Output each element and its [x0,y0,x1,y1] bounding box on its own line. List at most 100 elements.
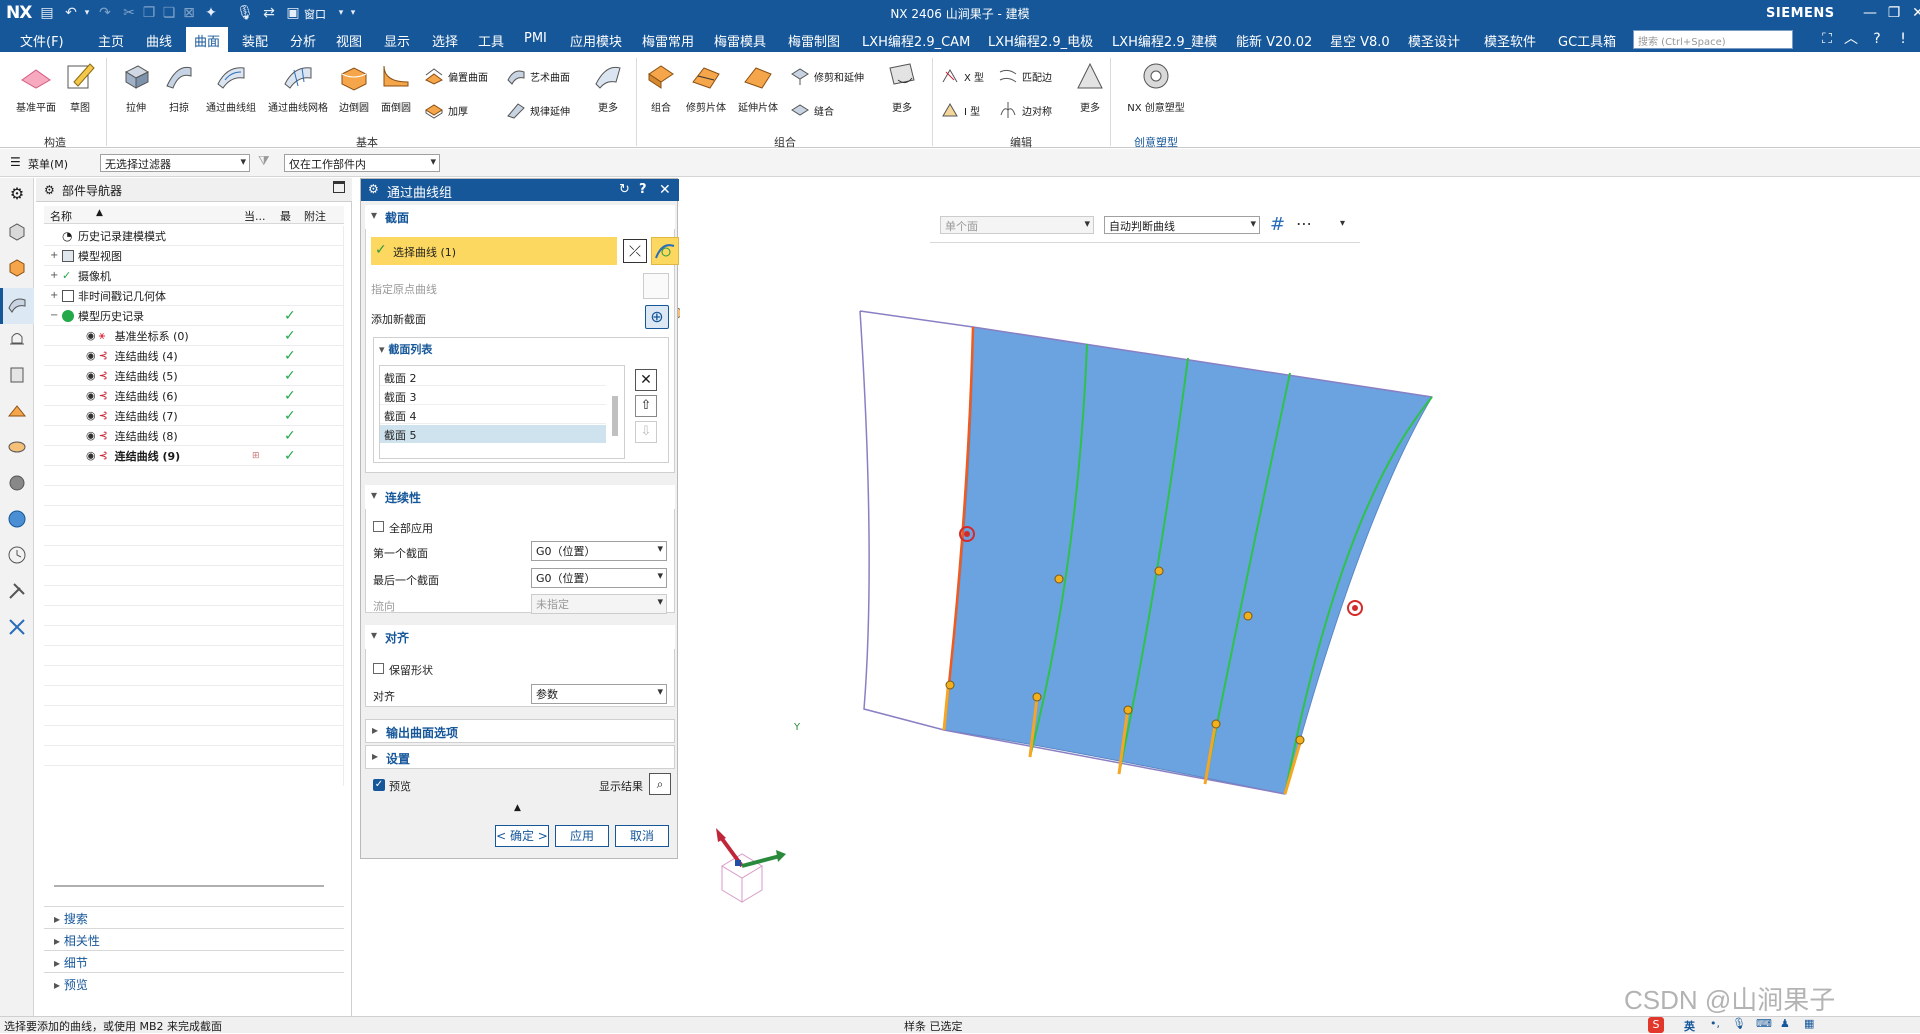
sketch-button[interactable]: 草图 [62,60,98,114]
touch-mode-icon[interactable]: ⇄ [260,4,278,22]
collapse-arrow-icon[interactable]: ▲ [514,803,521,813]
selection-scope-select[interactable]: 仅在工作部件内 [284,154,440,172]
menu-view[interactable]: 视图 [336,31,362,50]
web-browser-icon[interactable] [6,436,28,458]
x-form-button[interactable]: X 型 [940,66,984,86]
menu-meilei-drawing[interactable]: 梅雷制图 [788,31,840,50]
offset-surface-button[interactable]: 偏置曲面 [424,66,488,86]
process-studio-icon[interactable] [6,508,28,530]
menu-meilei-mold[interactable]: 梅雷模具 [714,31,766,50]
reset-icon[interactable]: ↻ [619,182,630,197]
ime-skin-icon[interactable]: ♟ [1780,1017,1790,1030]
keep-shape-checkbox[interactable] [373,663,384,674]
nx-realize-shape-button[interactable]: NX 创意塑型 [1118,60,1194,114]
help-icon[interactable]: ? [1868,30,1886,48]
window-menu-dropdown-icon[interactable]: ▾ [336,4,346,22]
combine-button[interactable]: 组合 [642,60,680,114]
flow-direction-select[interactable]: 未指定 [531,594,667,614]
ime-voice-icon[interactable]: 🎙 [1732,1017,1746,1030]
graphics-window[interactable]: 单个面 自动判断曲线 # ⋯ ▾ [680,178,1920,1016]
quick-access-customize-icon[interactable]: ▾ [348,4,358,22]
column-current[interactable]: 当... [244,208,266,224]
ime-punct-icon[interactable]: •, [1710,1017,1720,1030]
last-section-select[interactable]: G0（位置） [531,568,667,588]
selection-filter-select[interactable]: 无选择过滤器 [100,154,250,172]
reverse-direction-icon[interactable]: ⤫ [623,239,647,263]
command-search-input[interactable]: 搜索 (Ctrl+Space) [1633,30,1793,49]
section-header[interactable]: 截面 [365,205,675,229]
sweep-button[interactable]: 扫掠 [160,60,198,114]
list-item[interactable]: 截面 3 [380,387,606,405]
nav-section-search[interactable]: ▸ 搜索 [44,906,344,928]
edge-symmetry-button[interactable]: 边对称 [998,100,1052,120]
nav-section-dependencies[interactable]: ▸ 相关性 [44,928,344,950]
settings-header[interactable]: 设置 [365,745,675,769]
close-button[interactable]: ✕ [1905,2,1920,24]
list-item[interactable]: 截面 4 [380,406,606,424]
reuse-library-icon[interactable] [6,292,28,314]
menu-lxh-cam[interactable]: LXH编程2.9_CAM [862,31,970,50]
ime-language[interactable]: 英 [1684,1018,1695,1034]
constraint-navigator-icon[interactable] [6,364,28,386]
column-latest[interactable]: 最 [280,208,291,224]
through-curves-button[interactable]: 通过曲线组 [200,60,262,114]
face-blend-button[interactable]: 面倒圆 [376,60,416,114]
section-list-header[interactable]: ▾ 截面列表 [379,341,432,357]
horizontal-scrollbar[interactable] [54,885,324,887]
edit-more-button[interactable]: 更多 [1072,60,1108,114]
dialog-help-icon[interactable]: ? [639,182,647,197]
menu-nengxin[interactable]: 能新 V20.02 [1236,31,1312,50]
dialog-close-icon[interactable]: ✕ [659,182,671,198]
microphone-icon[interactable]: 🎙 [236,4,254,22]
menu-mosheng-design[interactable]: 模圣设计 [1408,31,1460,50]
extrude-button[interactable]: 拉伸 [114,60,158,114]
apply-all-checkbox[interactable] [373,521,384,532]
menu-select[interactable]: 选择 [432,31,458,50]
edge-blend-button[interactable]: 边倒圆 [334,60,374,114]
combine-more-button[interactable]: 更多 [884,60,920,114]
extend-sheet-button[interactable]: 延伸片体 [732,60,784,114]
assembly-navigator-icon[interactable] [6,220,28,242]
undo-icon[interactable]: ↶ [62,4,80,22]
command-finder-icon[interactable]: ✦ [202,4,220,22]
part-navigator-icon[interactable] [6,256,28,278]
dialog-gear-icon[interactable]: ⚙ [368,182,379,196]
menu-display[interactable]: 显示 [384,31,410,50]
nx-plugin-icon[interactable] [6,616,28,638]
origin-curve-icon[interactable] [643,273,669,299]
cut-icon[interactable]: ✂ [120,4,138,22]
first-section-select[interactable]: G0（位置） [531,541,667,561]
apply-button[interactable]: 应用 [555,825,609,847]
menu-applications[interactable]: 应用模块 [570,31,622,50]
list-scrollbar[interactable] [612,396,618,436]
maximize-panel-icon[interactable] [333,181,345,193]
ok-button[interactable]: < 确定 > [495,825,549,847]
ime-tools-icon[interactable]: ▦ [1804,1017,1814,1030]
remove-section-icon[interactable]: ✕ [635,369,657,391]
menu-surface[interactable]: 曲面 [186,27,229,52]
window-menu[interactable]: 窗口 [304,6,326,22]
ime-logo-icon[interactable]: S [1648,1017,1664,1033]
menu-dropdown[interactable]: 菜单(M) [28,156,68,172]
column-name[interactable]: 名称 [50,208,72,224]
curve-select-icon[interactable] [651,237,679,265]
datum-plane-button[interactable]: 基准平面 [10,60,62,114]
move-down-icon[interactable]: ⇩ [635,421,657,443]
column-comment[interactable]: 附注 [304,208,326,224]
trim-sheet-button[interactable]: 修剪片体 [682,60,730,114]
law-extension-button[interactable]: 规律延伸 [506,100,570,120]
alert-bell-icon[interactable] [6,328,28,350]
history-palette-icon[interactable] [6,472,28,494]
collapse-ribbon-icon[interactable]: ︿ [1842,30,1860,48]
trim-extend-button[interactable]: 修剪和延伸 [790,66,864,86]
tools-icon[interactable] [6,580,28,602]
clock-icon[interactable] [6,544,28,566]
undo-dropdown-icon[interactable]: ▾ [82,4,92,22]
continuity-header[interactable]: 连续性 [365,485,675,509]
menu-gc-toolbox[interactable]: GC工具箱 [1558,31,1616,50]
paste-icon[interactable]: ❏ [160,4,178,22]
show-result-icon[interactable]: ⌕ [649,773,671,795]
nav-section-details[interactable]: ▸ 细节 [44,950,344,972]
restore-button[interactable]: ❐ [1881,2,1907,24]
filter-icon[interactable]: ⧩ [258,154,270,169]
